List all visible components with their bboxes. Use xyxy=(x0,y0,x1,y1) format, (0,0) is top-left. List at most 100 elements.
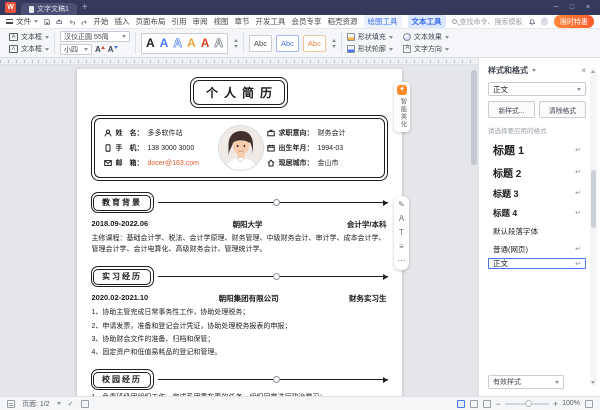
info-row-name[interactable]: 姓 名： 多多软件站 xyxy=(104,128,216,138)
chevron-down-icon[interactable] xyxy=(532,69,536,72)
show-styles-select[interactable]: 有效样式 xyxy=(488,375,564,389)
tab-text-tools[interactable]: 文本工具 xyxy=(407,15,446,28)
section-education[interactable]: 教育背景 xyxy=(90,192,388,213)
wps-logo-icon[interactable]: W xyxy=(5,2,16,13)
list-item[interactable]: 4、固定资产和低值易耗品的登记和管理。 xyxy=(92,347,387,358)
menu-item-docer[interactable]: 稻壳资源 xyxy=(328,16,358,27)
resume-title[interactable]: 个人简历 xyxy=(193,80,285,105)
scrollbar-thumb[interactable] xyxy=(471,70,477,165)
info-row-phone[interactable]: 手 机： 138 3000 3000 xyxy=(104,143,216,153)
menu-item-home[interactable]: 开始 xyxy=(94,16,109,27)
menu-item-member[interactable]: 会员专享 xyxy=(292,16,322,27)
menu-item-dev-tools[interactable]: 开发工具 xyxy=(256,16,286,27)
spell-check-icon[interactable]: ✓ xyxy=(68,400,74,408)
resume-title-box[interactable]: 个人简历 xyxy=(190,77,288,108)
style-item-heading3[interactable]: 标题 3 ↵ xyxy=(488,183,586,203)
text-tool-icon[interactable]: T xyxy=(399,229,404,237)
info-row-city[interactable]: 现居城市： 金山市 xyxy=(267,158,375,168)
scroll-up-icon[interactable] xyxy=(591,70,595,73)
text-effect-button[interactable]: 文本效果 xyxy=(402,32,449,42)
info-row-email[interactable]: 邮 箱： docer@163.com xyxy=(103,158,216,168)
font-name-select[interactable]: 汉仪正圆 55简 xyxy=(60,31,130,42)
new-style-button[interactable]: 新样式... xyxy=(488,101,535,118)
education-major[interactable]: 会计学/本科 xyxy=(347,219,387,230)
redo-icon[interactable] xyxy=(81,18,87,26)
info-row-birth[interactable]: 出生年月： 1994-03 xyxy=(266,143,375,153)
section-divider-line[interactable] xyxy=(157,273,388,281)
file-menu[interactable]: 文件 xyxy=(6,16,38,27)
menu-item-insert[interactable]: 插入 xyxy=(115,16,130,27)
page-view-icon[interactable] xyxy=(456,399,465,408)
document-scrollbar[interactable] xyxy=(471,68,477,390)
zoom-slider[interactable] xyxy=(504,400,549,407)
textbox-style-preset-2[interactable]: Abc xyxy=(275,34,299,52)
zoom-level[interactable]: 100% xyxy=(562,400,580,407)
tab-drawing-tools[interactable]: 绘图工具 xyxy=(363,15,402,28)
menu-item-references[interactable]: 引用 xyxy=(172,16,187,27)
section-divider-line[interactable] xyxy=(157,376,388,384)
undo-icon[interactable] xyxy=(69,18,75,26)
shape-fill-button[interactable]: 形状填充 xyxy=(346,32,393,42)
decrease-font-icon[interactable]: A xyxy=(108,45,118,54)
internship-role[interactable]: 财务实习生 xyxy=(349,293,387,304)
document-tab[interactable]: 文字文稿1 xyxy=(21,3,77,15)
gallery-scroll-buttons[interactable] xyxy=(232,38,239,48)
internship-row[interactable]: 2020.02-2021.10 朝阳集团有限公司 财务实习生 xyxy=(92,293,387,304)
font-style-icon[interactable]: A xyxy=(399,215,404,223)
internship-company[interactable]: 朝阳集团有限公司 xyxy=(219,293,279,304)
education-period[interactable]: 2018.09-2022.06 xyxy=(92,219,149,230)
new-tab-button[interactable]: + xyxy=(82,2,88,13)
style-item-body-selected[interactable]: 正文 ↵ xyxy=(488,258,586,269)
section-heading[interactable]: 实习经历 xyxy=(93,268,151,285)
section-heading[interactable]: 校园经历 xyxy=(93,371,151,388)
textbox-style-preset-3[interactable]: Abc xyxy=(302,34,326,52)
bell-icon[interactable] xyxy=(528,18,535,26)
internship-period[interactable]: 2020.02-2021.10 xyxy=(92,293,149,304)
list-item[interactable]: 1、协助主管完成日常事务性工作，协助处理税务； xyxy=(92,307,387,318)
zoom-in-button[interactable]: + xyxy=(553,399,558,408)
current-style-box[interactable]: 正文 xyxy=(488,82,586,96)
menu-item-review[interactable]: 审阅 xyxy=(193,16,208,27)
education-row[interactable]: 2018.09-2022.06 朝阳大学 会计学/本科 xyxy=(92,219,387,230)
style-item-default-font[interactable]: 默认段落字体 xyxy=(488,222,586,240)
style-item-heading2[interactable]: 标题 2 ↵ xyxy=(488,161,586,183)
scroll-down-icon[interactable] xyxy=(591,381,595,384)
panel-scrollbar[interactable] xyxy=(590,68,597,386)
promo-button[interactable]: 限时特惠 xyxy=(554,15,595,28)
gallery-scroll-buttons[interactable] xyxy=(330,38,336,48)
horizontal-ruler[interactable] xyxy=(0,58,478,65)
page-layout-icon[interactable] xyxy=(7,399,15,408)
print-icon[interactable] xyxy=(56,18,63,26)
style-item-normal-web[interactable]: 普通(网页) ↵ xyxy=(488,240,586,258)
outline-view-icon[interactable] xyxy=(469,399,478,408)
word-count-icon[interactable] xyxy=(80,399,89,408)
textbox-style-preset-1[interactable]: Abc xyxy=(249,34,272,52)
list-item[interactable]: 2、申请发票，准备和登记会计凭证，协助处理税务报表的申报； xyxy=(92,321,387,332)
section-heading[interactable]: 教育背景 xyxy=(93,194,151,211)
education-school[interactable]: 朝阳大学 xyxy=(233,219,263,230)
increase-font-icon[interactable]: A xyxy=(95,45,105,54)
vertical-textbox-button[interactable]: ᐱ 文本框 xyxy=(9,44,49,54)
smart-beautify-button[interactable]: ✦ 智能美化 xyxy=(394,82,410,132)
menu-item-page-layout[interactable]: 页面布局 xyxy=(136,16,166,27)
zoom-slider-knob[interactable] xyxy=(525,400,533,407)
edit-pen-icon[interactable]: ✎ xyxy=(398,201,405,209)
list-tool-icon[interactable]: ≡ xyxy=(399,243,404,251)
section-internship[interactable]: 实习经历 xyxy=(90,266,388,288)
profile-photo[interactable] xyxy=(218,125,264,171)
horizontal-textbox-button[interactable]: A 文本框 xyxy=(9,32,49,42)
list-item[interactable]: 3、协助财会文件的准备、归档和保管； xyxy=(92,334,387,345)
document-page[interactable]: 个人简历 姓 名： 多多软件站 手 机： 138 3000 3000 邮 箱： … xyxy=(76,69,402,396)
fit-window-icon[interactable] xyxy=(585,399,593,408)
menu-item-section[interactable]: 章节 xyxy=(235,16,250,27)
minimize-button[interactable]: ─ xyxy=(549,1,563,15)
command-search[interactable]: 查找命令、搜索模板 xyxy=(451,17,523,27)
section-campus[interactable]: 校园经历 xyxy=(90,369,388,391)
personal-info-box[interactable]: 姓 名： 多多软件站 手 机： 138 3000 3000 邮 箱： docer… xyxy=(90,115,388,181)
text-direction-button[interactable]: 文字方向 xyxy=(402,44,449,54)
page-indicator[interactable]: 页面: 1/2 xyxy=(22,399,50,409)
font-size-select[interactable]: 小四 xyxy=(60,44,92,55)
section-divider-line[interactable] xyxy=(157,199,388,206)
shape-outline-button[interactable]: 形状轮廓 xyxy=(346,44,393,54)
close-button[interactable]: × xyxy=(581,1,595,15)
